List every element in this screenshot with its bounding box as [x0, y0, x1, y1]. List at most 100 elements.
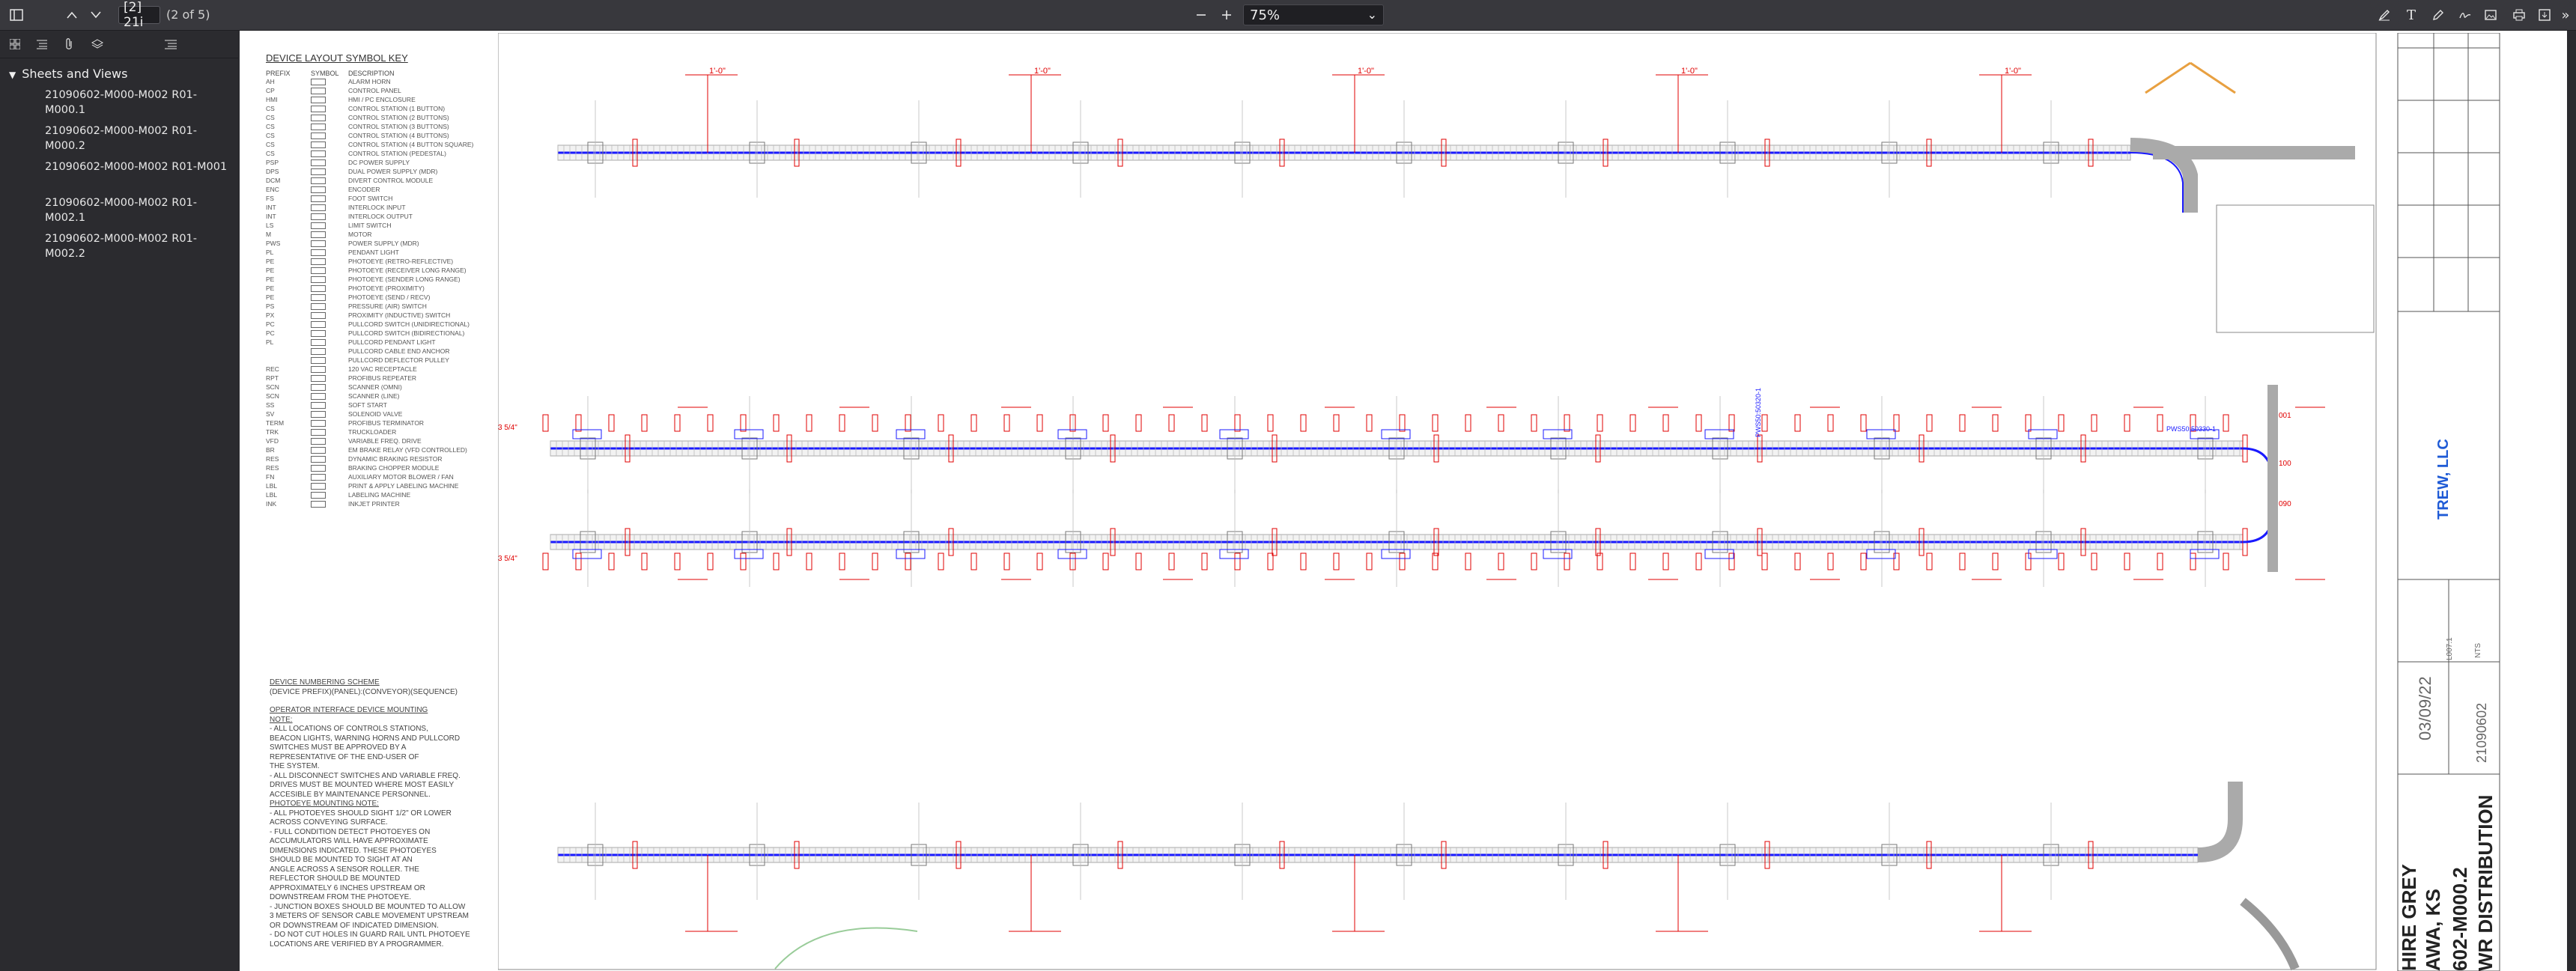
- row-prefix: CS: [266, 141, 275, 148]
- arrow-up-icon[interactable]: [61, 4, 82, 25]
- mounting-notes: - ALL LOCATIONS OF CONTROLS STATIONS, BEA…: [270, 725, 494, 800]
- sheet-item[interactable]: 21090602-M000-M002 R01-M002.2: [45, 231, 232, 261]
- row-description: SCANNER (LINE): [348, 392, 400, 400]
- dim-label-top-1: 1'-0": [709, 67, 726, 76]
- row-prefix: PSP: [266, 159, 279, 166]
- mid-photoeye-a: [872, 414, 878, 432]
- attachments-icon[interactable]: [60, 35, 78, 53]
- sheet-item[interactable]: 21090602-M000-M002 R01-M002.1: [45, 195, 232, 225]
- note-line: LOCATIONS ARE VERIFIED BY A PROGRAMMER.: [270, 940, 444, 949]
- sheet-item[interactable]: 21090602-M000-M002 R01-M000.1: [45, 88, 232, 118]
- row-symbol: [311, 401, 348, 409]
- arrow-down-icon[interactable]: [85, 4, 106, 25]
- row-prefix: TERM: [266, 419, 285, 427]
- text-icon[interactable]: T: [2401, 4, 2422, 25]
- mid-photoeye-a: [1761, 414, 1768, 432]
- symbol-key-row: PX PROXIMITY (INDUCTIVE) SWITCH: [266, 311, 490, 320]
- zoom-out-icon[interactable]: [1191, 4, 1212, 25]
- row-symbol: [311, 482, 348, 490]
- row-symbol: [311, 222, 348, 229]
- page-number-input[interactable]: [2] 21i: [118, 0, 160, 30]
- job-number: 21090602: [2474, 702, 2489, 763]
- row-symbol: [311, 446, 348, 454]
- page-count: (2 of 5): [166, 7, 210, 22]
- row-symbol: [311, 338, 348, 346]
- row-symbol: [311, 168, 348, 175]
- row-description: FOOT SWITCH: [348, 195, 393, 202]
- thumbnails-icon[interactable]: [6, 35, 24, 53]
- device-box: [1219, 429, 1249, 439]
- row-description: 120 VAC RECEPTACLE: [348, 365, 417, 373]
- row-symbol: [311, 410, 348, 418]
- zoom-in-icon[interactable]: [1216, 4, 1237, 25]
- orange-mark: [2190, 61, 2236, 94]
- row-symbol: [311, 491, 348, 499]
- mid-photoeye-b: [970, 553, 977, 570]
- device-box: [734, 549, 764, 559]
- sheet-item[interactable]: 21090602-M000-M002 R01-M001: [45, 159, 232, 174]
- header-symbol: SYMBOL: [311, 70, 339, 77]
- mid-photoeye-a: [674, 414, 681, 432]
- row-prefix: SS: [266, 401, 275, 409]
- more-icon[interactable]: »: [2555, 4, 2576, 25]
- note-line: APPROXIMATELY 6 INCHES UPSTREAM OR: [270, 883, 425, 892]
- mid-photoeye-b: [1761, 553, 1768, 570]
- zoom-select[interactable]: 75% ⌄: [1243, 4, 1384, 25]
- mid-photoeye-b: [707, 553, 714, 570]
- highlight-icon[interactable]: [2374, 4, 2395, 25]
- print-icon[interactable]: [2509, 4, 2530, 25]
- mid-photoeye-b: [872, 553, 878, 570]
- row-description: PULLCORD SWITCH (BIDIRECTIONAL): [348, 329, 465, 337]
- device-box: [1866, 549, 1896, 559]
- mid-photoeye-a: [2058, 414, 2065, 432]
- mid-photoeye-b: [1135, 553, 1142, 570]
- note-line: SWITCHES MUST BE APPROVED BY A: [270, 743, 407, 752]
- dim-label-top-3: 1'-0": [1358, 67, 1374, 76]
- row-symbol: [311, 320, 348, 328]
- symbol-key-row: AH ALARM HORN: [266, 77, 490, 86]
- row-description: PRESSURE (AIR) SWITCH: [348, 302, 427, 310]
- numbering-title: DEVICE NUMBERING SCHEME: [270, 678, 380, 687]
- mid-photoeye-a: [1234, 414, 1241, 432]
- mid-photoeye-b: [542, 553, 549, 570]
- save-icon[interactable]: [2534, 4, 2555, 25]
- row-description: LABELING MACHINE: [348, 491, 411, 499]
- sheet-item[interactable]: 21090602-M000-M002 R01-M000.2: [45, 124, 232, 153]
- row-description: MOTOR: [348, 231, 372, 238]
- mid-photoeye-b: [1629, 553, 1636, 570]
- row-prefix: REC: [266, 365, 279, 373]
- sheets-and-views-header[interactable]: ▼ Sheets and Views: [9, 67, 127, 81]
- row-prefix: CS: [266, 132, 275, 139]
- drawing-number: 602-M000.2: [2449, 867, 2471, 971]
- section-title: Sheets and Views: [22, 67, 128, 81]
- sidebar-toggle-icon[interactable]: [6, 4, 27, 25]
- row-description: CONTROL PANEL: [348, 87, 401, 94]
- row-prefix: TRK: [266, 428, 279, 436]
- mid-photoeye-a: [1102, 414, 1109, 432]
- symbol-key-row: DCM DIVERT CONTROL MODULE: [266, 176, 490, 185]
- image-icon[interactable]: [2480, 4, 2501, 25]
- row-prefix: CS: [266, 105, 275, 112]
- symbol-key-row: CS CONTROL STATION (3 BUTTONS): [266, 122, 490, 131]
- mid-photoeye-b: [1827, 553, 1834, 570]
- mid-photoeye-b: [608, 553, 615, 570]
- symbol-key-row: PULLCORD DEFLECTOR PULLEY: [266, 356, 490, 365]
- row-prefix: CP: [266, 87, 275, 94]
- row-description: POWER SUPPLY (MDR): [348, 240, 419, 247]
- layers-icon[interactable]: [88, 35, 106, 53]
- row-prefix: SCN: [266, 392, 279, 400]
- mounting-title: OPERATOR INTERFACE DEVICE MOUNTING: [270, 706, 428, 714]
- mid-photoeye-a: [1003, 414, 1010, 432]
- toc-icon[interactable]: [162, 35, 180, 53]
- outline-icon[interactable]: [33, 35, 51, 53]
- signature-icon[interactable]: [2455, 4, 2476, 25]
- row-prefix: CS: [266, 114, 275, 121]
- row-symbol: [311, 114, 348, 121]
- mid-photoeye-b: [1102, 553, 1109, 570]
- draw-icon[interactable]: [2428, 4, 2449, 25]
- row-symbol: [311, 231, 348, 238]
- row-description: CONTROL STATION (3 BUTTONS): [348, 123, 449, 130]
- row-description: PROFIBUS REPEATER: [348, 374, 416, 382]
- row-description: BRAKING CHOPPER MODULE: [348, 464, 440, 472]
- header-prefix: PREFIX: [266, 70, 291, 77]
